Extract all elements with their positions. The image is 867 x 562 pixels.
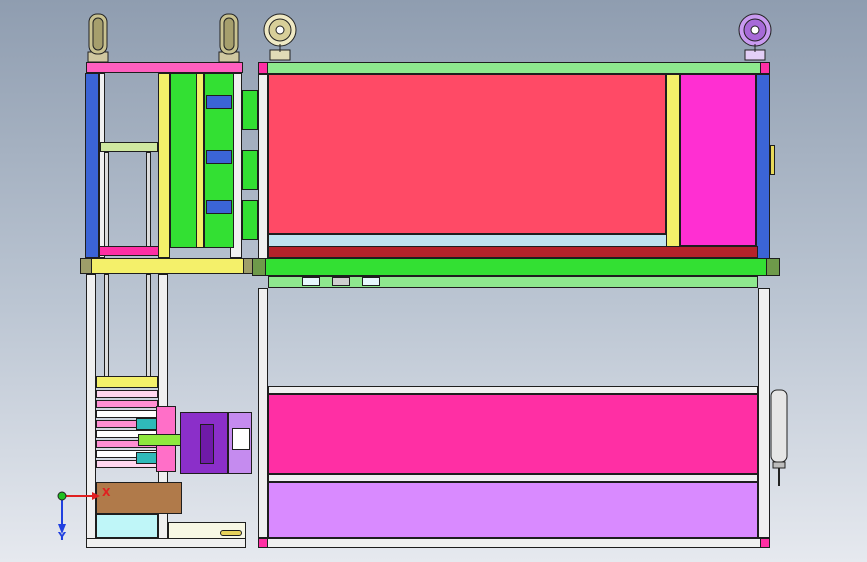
- caster-wheel-icon: [263, 13, 297, 61]
- yellow-strip[interactable]: [196, 73, 204, 248]
- bottom-rail-left[interactable]: [86, 538, 246, 548]
- top-beam-left[interactable]: [86, 62, 243, 73]
- axis-y-label: Y: [58, 530, 66, 543]
- bottom-rail-right[interactable]: [258, 538, 770, 548]
- rod-clamp-yellow[interactable]: [96, 376, 158, 388]
- slider-block[interactable]: [302, 277, 320, 286]
- top-beam-right[interactable]: [258, 62, 770, 74]
- dark-red-strip[interactable]: [268, 246, 758, 258]
- lilac-drawer-panel[interactable]: [268, 482, 758, 538]
- red-panel[interactable]: [268, 74, 666, 234]
- connector-green[interactable]: [242, 90, 258, 130]
- caster-wheel-icon: [218, 13, 240, 63]
- slider-block[interactable]: [332, 277, 350, 286]
- frame-post-blue[interactable]: [85, 73, 99, 258]
- rod-clamp[interactable]: [100, 142, 158, 152]
- frame-post-blue[interactable]: [756, 74, 770, 259]
- beam-end-cap[interactable]: [766, 258, 780, 276]
- middle-beam-yellow[interactable]: [80, 258, 255, 274]
- foot-pad[interactable]: [220, 530, 242, 536]
- beam-end-cap[interactable]: [252, 258, 266, 276]
- guide-rod[interactable]: [104, 152, 109, 248]
- stack-plate[interactable]: [96, 410, 158, 418]
- block-window[interactable]: [232, 428, 250, 450]
- cad-3d-viewport[interactable]: X Y: [0, 0, 867, 562]
- guide-rod[interactable]: [146, 274, 151, 378]
- cross-bar[interactable]: [268, 474, 758, 482]
- corner-block[interactable]: [760, 538, 770, 548]
- frame-leg[interactable]: [258, 288, 268, 538]
- caster-wheel-icon: [87, 13, 109, 63]
- stack-plate[interactable]: [96, 390, 158, 398]
- frame-post-yellow[interactable]: [158, 73, 170, 258]
- pneumatic-cylinder-icon: [770, 389, 788, 486]
- connector-green[interactable]: [242, 200, 258, 240]
- stack-plate[interactable]: [96, 400, 158, 408]
- blue-spacer[interactable]: [206, 200, 232, 214]
- axis-x-label: X: [102, 486, 111, 499]
- magenta-drawer-panel[interactable]: [268, 394, 758, 474]
- magenta-bar[interactable]: [99, 246, 159, 256]
- connector-green[interactable]: [242, 150, 258, 190]
- corner-block[interactable]: [760, 62, 770, 74]
- blue-spacer[interactable]: [206, 150, 232, 164]
- caster-wheel-icon: [738, 13, 772, 61]
- corner-block[interactable]: [258, 538, 268, 548]
- frame-post[interactable]: [258, 74, 268, 259]
- purple-slot[interactable]: [200, 424, 214, 464]
- guide-rod[interactable]: [104, 274, 109, 378]
- magenta-panel[interactable]: [680, 74, 756, 246]
- side-bracket[interactable]: [770, 145, 775, 175]
- blue-spacer[interactable]: [206, 95, 232, 109]
- cross-bar[interactable]: [268, 386, 758, 394]
- corner-block[interactable]: [258, 62, 268, 74]
- guide-rod[interactable]: [146, 152, 151, 248]
- yellow-divider[interactable]: [666, 74, 680, 248]
- middle-beam-green[interactable]: [252, 258, 780, 276]
- beam-end-cap[interactable]: [80, 258, 92, 274]
- axis-triad-icon: X Y: [50, 482, 111, 543]
- slider-block[interactable]: [362, 277, 380, 286]
